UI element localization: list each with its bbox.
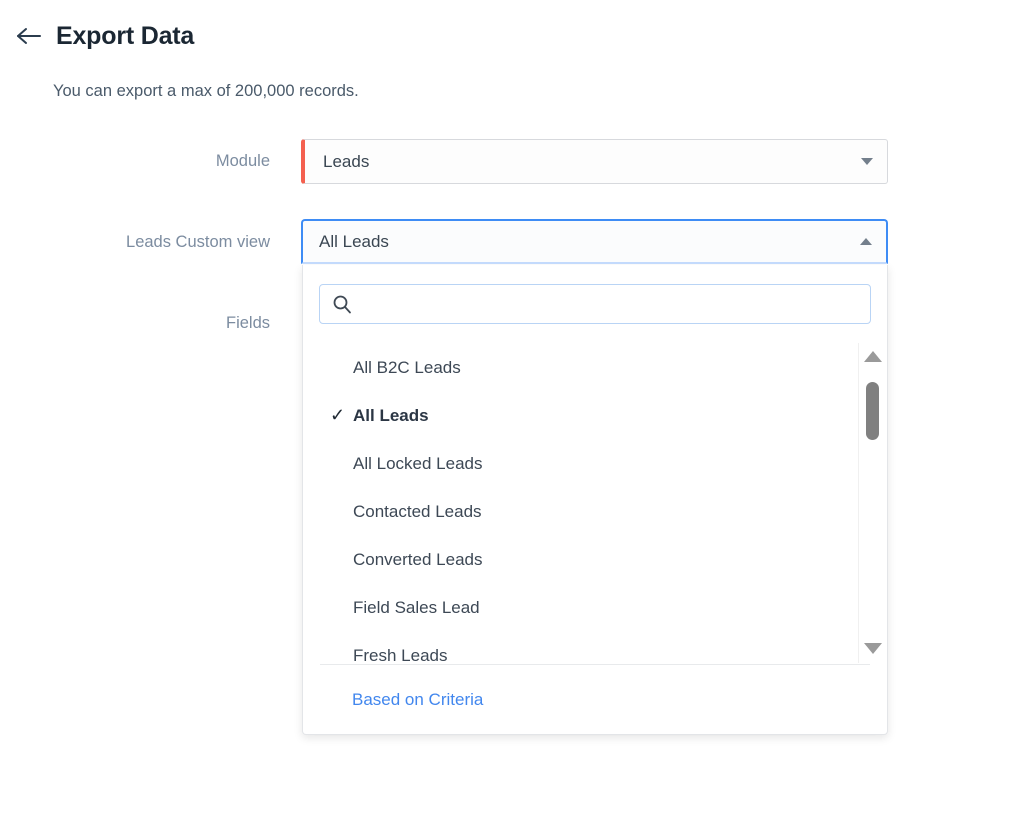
export-limit-note: You can export a max of 200,000 records. (53, 82, 359, 100)
scrollbar-thumb[interactable] (866, 382, 879, 440)
search-icon (320, 294, 364, 314)
arrow-left-icon[interactable] (16, 23, 42, 49)
custom-view-select[interactable]: All Leads (301, 219, 888, 264)
custom-view-select-value: All Leads (319, 232, 389, 251)
based-on-criteria-link[interactable]: Based on Criteria (352, 691, 483, 708)
dropdown-footer: Based on Criteria (303, 665, 887, 734)
list-item-label: All Leads (353, 405, 429, 425)
list-item[interactable]: Field Sales Lead (303, 583, 887, 631)
list-item[interactable]: All B2C Leads (303, 343, 887, 391)
custom-view-option-list: All B2C Leads ✓ All Leads All Locked Leads C… (303, 343, 887, 664)
list-item-label: All B2C Leads (353, 357, 461, 377)
chevron-down-icon[interactable] (847, 158, 887, 165)
module-select[interactable]: Leads (301, 139, 888, 184)
custom-view-dropdown-panel: All B2C Leads ✓ All Leads All Locked Leads C… (302, 265, 888, 735)
list-item[interactable]: Fresh Leads (303, 631, 887, 664)
search-input[interactable] (364, 285, 870, 323)
dropdown-scrollbar[interactable] (858, 343, 886, 663)
page-title: Export Data (56, 21, 195, 50)
form-row-module: Module (0, 150, 270, 172)
list-item-label: All Locked Leads (353, 453, 483, 473)
module-select-value: Leads (323, 152, 370, 171)
list-item-label: Contacted Leads (353, 501, 482, 521)
custom-view-label: Leads Custom view (126, 233, 270, 251)
list-item[interactable]: ✓ All Leads (303, 391, 887, 439)
list-item[interactable]: All Locked Leads (303, 439, 887, 487)
module-label: Module (215, 152, 270, 170)
scroll-down-arrow-icon[interactable] (859, 639, 886, 657)
form-row-custom-view: Leads Custom view (0, 231, 270, 253)
list-item-label: Fresh Leads (353, 645, 448, 664)
list-item-label: Field Sales Lead (353, 597, 480, 617)
list-item[interactable]: Converted Leads (303, 535, 887, 583)
list-item-label: Converted Leads (353, 549, 483, 569)
scroll-up-arrow-icon[interactable] (859, 347, 886, 365)
fields-label: Fields (225, 314, 270, 332)
dropdown-search-box[interactable] (319, 284, 871, 324)
list-item[interactable]: Contacted Leads (303, 487, 887, 535)
form-row-fields: Fields (0, 312, 270, 334)
check-icon: ✓ (330, 405, 346, 425)
page-header: Export Data (16, 18, 194, 54)
chevron-up-icon[interactable] (846, 238, 886, 245)
